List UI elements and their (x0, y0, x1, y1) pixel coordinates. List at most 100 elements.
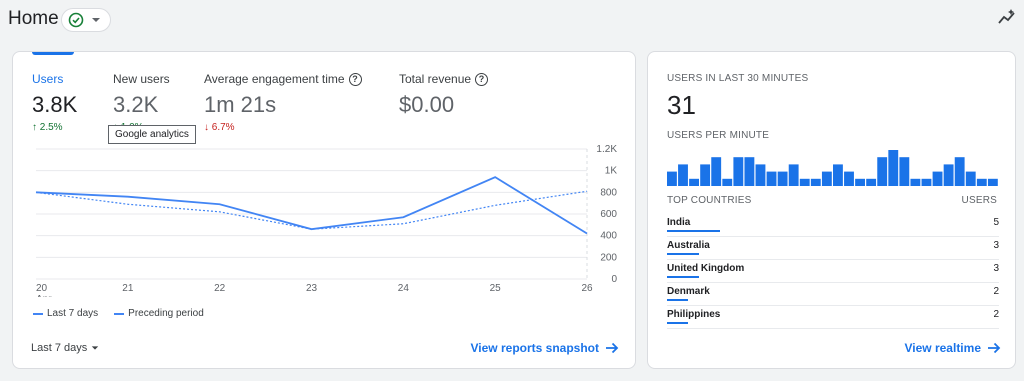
country-share-bar (667, 322, 689, 324)
per-minute-bar (722, 178, 733, 186)
metric-users[interactable]: Users 3.8K ↑ 2.5% (32, 72, 77, 133)
help-icon[interactable]: ? (475, 72, 489, 86)
view-reports-snapshot-link[interactable]: View reports snapshot (471, 341, 619, 355)
per-minute-bar (855, 178, 865, 186)
metric-value: 3.8K (32, 92, 78, 117)
realtime-heading: USERS IN LAST 30 MINUTES (667, 73, 809, 84)
per-minute-bar (954, 157, 965, 186)
per-minute-bar (987, 178, 998, 186)
metric-new-users[interactable]: New users 3.2K ↑ 1.0% (113, 72, 170, 133)
series-line-last-7-days (35, 176, 588, 235)
metric-engagement-time[interactable]: Average engagement time? 1m 21s ↓ 6.7% (204, 72, 362, 133)
active-tab-indicator (32, 52, 74, 55)
realtime-user-count: 31 (667, 90, 696, 120)
per-minute-bar (899, 157, 910, 186)
x-tick-label: 25 (490, 283, 502, 294)
country-name: United Kingdom (667, 263, 745, 274)
per-minute-bar (678, 164, 688, 186)
top-countries-label: TOP COUNTRIES (667, 195, 752, 206)
y-tick-label: 800 (600, 187, 617, 198)
x-tick-label: 22 (214, 283, 226, 294)
metric-value: 1m 21s (204, 92, 277, 117)
insights-icon[interactable] (996, 6, 1018, 28)
y-tick-label: 200 (600, 252, 617, 263)
per-minute-bar (766, 171, 777, 186)
arrow-right-icon (606, 342, 619, 354)
metric-label: Average engagement time (204, 72, 345, 86)
metric-total-revenue[interactable]: Total revenue? $0.00 (399, 72, 489, 118)
country-users: 2 (993, 286, 999, 297)
per-minute-bar (711, 157, 722, 186)
snapshot-link-label: View reports snapshot (470, 341, 599, 355)
per-minute-bar (833, 164, 843, 186)
per-minute-bar (888, 150, 899, 186)
arrow-right-icon (988, 342, 1001, 354)
y-tick-label: 1K (605, 166, 618, 177)
users-per-minute-label: USERS PER MINUTE (667, 130, 770, 141)
country-row: United Kingdom 3 (667, 260, 999, 283)
metric-delta: 2.5% (39, 122, 63, 133)
overview-card: Users 3.8K ↑ 2.5% New users 3.2K ↑ 1.0% … (12, 51, 636, 369)
arrow-up-icon: ↑ (32, 122, 37, 133)
users-line-chart: 1.2K 1K 800 600 400 200 0 20 21 22 23 24 25 26 Apr (35, 144, 618, 297)
x-tick-label: 24 (398, 283, 410, 294)
x-tick-label: 21 (122, 283, 134, 294)
country-row: Philippines 2 (667, 306, 999, 329)
per-minute-bar (965, 171, 976, 186)
page-header: Home (0, 0, 1024, 40)
country-row: Denmark 2 (667, 283, 999, 306)
per-minute-bar (932, 171, 943, 186)
y-tick-label: 400 (600, 231, 617, 242)
date-range-dropdown[interactable]: Last 7 days (31, 342, 99, 354)
property-status-dropdown[interactable] (61, 8, 111, 32)
legend-solid-swatch (33, 312, 43, 315)
country-share-bar (667, 276, 699, 278)
per-minute-bar (943, 164, 954, 186)
country-users: 2 (993, 309, 999, 320)
per-minute-bar (844, 171, 854, 186)
country-share-bar (667, 299, 689, 301)
metric-value: $0.00 (399, 92, 455, 117)
country-users: 3 (993, 263, 999, 274)
y-tick-label: 0 (611, 274, 617, 285)
per-minute-bar (976, 178, 987, 186)
x-tick-label: 23 (306, 283, 318, 294)
metric-label: New users (113, 72, 170, 86)
x-tick-label: 20 (36, 283, 48, 294)
date-range-label: Last 7 days (31, 342, 88, 354)
per-minute-bar (700, 164, 711, 186)
x-tick-sublabel: Apr (36, 294, 52, 297)
per-minute-bar (799, 178, 810, 186)
help-icon[interactable]: ? (348, 72, 362, 86)
per-minute-bar (755, 164, 766, 186)
users-column-label: USERS (961, 195, 997, 206)
per-minute-bar (733, 157, 744, 186)
country-row: India 5 (667, 214, 999, 237)
country-row: Australia 3 (667, 237, 999, 260)
users-per-minute-chart (667, 150, 998, 186)
country-share-bar (667, 230, 720, 232)
check-circle-icon (68, 12, 84, 28)
country-users: 3 (993, 240, 999, 251)
view-realtime-link[interactable]: View realtime (905, 341, 1002, 355)
country-name: Philippines (667, 309, 721, 320)
chevron-down-icon (92, 18, 100, 22)
y-tick-label: 1.2K (596, 144, 617, 155)
country-users: 5 (993, 217, 999, 228)
per-minute-bar (744, 157, 755, 186)
metric-delta: 6.7% (211, 122, 235, 133)
metric-label: Total revenue (399, 72, 472, 86)
realtime-link-label: View realtime (904, 341, 982, 355)
per-minute-bar (877, 157, 888, 186)
y-tick-label: 600 (600, 209, 617, 220)
per-minute-bar (866, 178, 877, 186)
chevron-down-icon (92, 346, 99, 350)
per-minute-bar (689, 178, 699, 186)
legend-dashed-swatch (114, 312, 125, 315)
country-name: Denmark (667, 286, 710, 297)
metric-value: 3.2K (113, 92, 159, 117)
metric-label: Users (32, 72, 64, 86)
arrow-down-icon: ↓ (204, 122, 209, 133)
per-minute-bar (810, 178, 821, 186)
chart-legend: Last 7 days Preceding period (33, 308, 214, 319)
